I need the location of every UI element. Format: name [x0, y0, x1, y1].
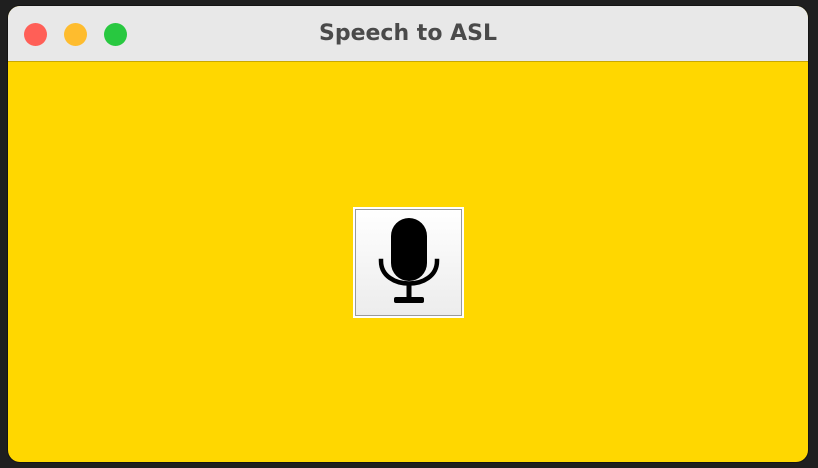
microphone-icon	[378, 218, 440, 303]
microphone-button[interactable]	[353, 207, 464, 318]
main-content	[8, 62, 808, 462]
app-window: Speech to ASL	[8, 6, 808, 462]
title-bar[interactable]: Speech to ASL	[8, 6, 808, 62]
window-title: Speech to ASL	[319, 21, 497, 46]
